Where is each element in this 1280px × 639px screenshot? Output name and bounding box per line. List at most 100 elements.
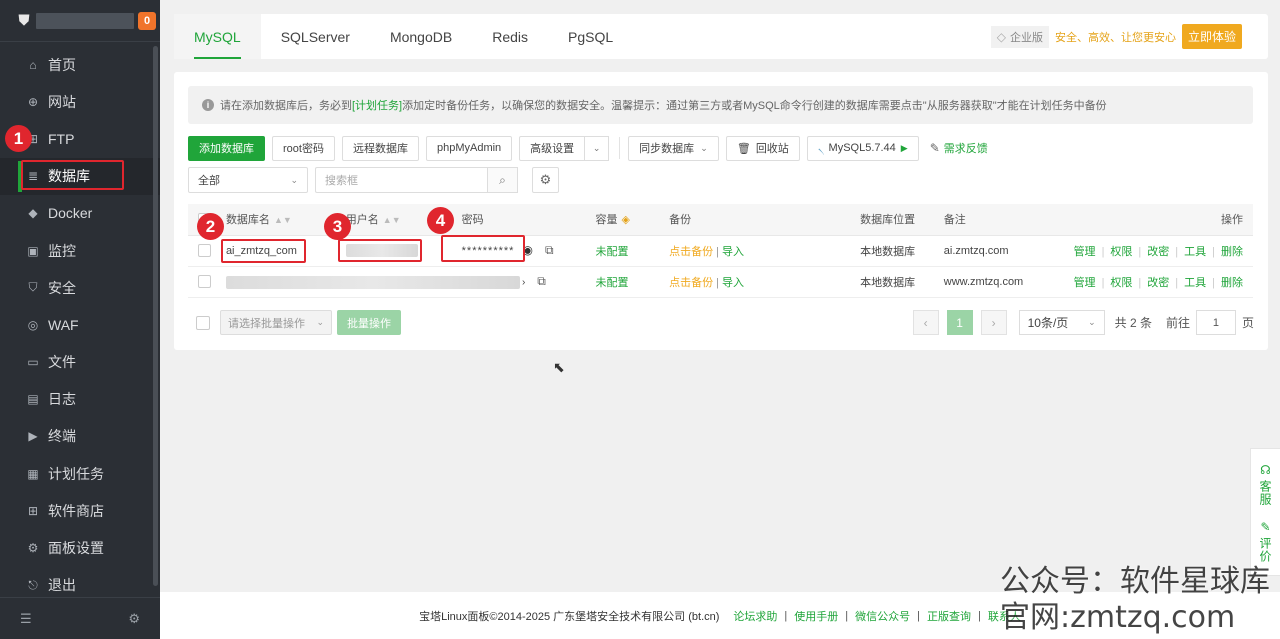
- sidebar-item-5[interactable]: ▣ 监控: [0, 232, 160, 269]
- page-size-select[interactable]: 10条/页 ⌄: [1018, 310, 1105, 335]
- cron-link[interactable]: [计划任务]: [352, 97, 402, 113]
- bulk-action-select[interactable]: 请选择批量操作 ⌄: [220, 310, 332, 335]
- monitor-icon: ▣: [27, 243, 39, 258]
- chevron-down-icon: ⌄: [290, 174, 298, 185]
- tools-link[interactable]: 工具: [1184, 246, 1206, 258]
- service-button[interactable]: 客服: [1257, 480, 1274, 506]
- col-name[interactable]: 数据库名 ▲▼: [219, 204, 340, 236]
- manage-link[interactable]: 管理: [1074, 246, 1096, 258]
- sidebar-item-1[interactable]: ⊕ 网站: [0, 83, 160, 120]
- copy-icon[interactable]: ⧉: [537, 274, 546, 288]
- sync-database-button[interactable]: 同步数据库 ⌄: [628, 135, 719, 161]
- sidebar-item-9[interactable]: ▤ 日志: [0, 381, 160, 418]
- annotation-1: 1: [5, 125, 32, 152]
- row-checkbox[interactable]: [198, 275, 211, 288]
- trash-icon: 🗑: [736, 142, 751, 155]
- db-remark-cell[interactable]: ai.zmtzq.com: [937, 235, 1068, 267]
- tools-link[interactable]: 工具: [1184, 277, 1206, 289]
- manage-link[interactable]: 管理: [1074, 277, 1096, 289]
- sidebar-item-label: Docker: [48, 205, 93, 222]
- tab-pgsql[interactable]: PgSQL: [548, 14, 633, 59]
- sidebar-item-label: 计划任务: [48, 465, 104, 482]
- phpmyadmin-button[interactable]: phpMyAdmin: [425, 135, 513, 161]
- store-icon: ⊞: [27, 503, 39, 518]
- copy-icon[interactable]: ⧉: [545, 243, 554, 257]
- sidebar-settings-icon[interactable]: ⚙: [128, 611, 140, 627]
- play-icon: ▶: [900, 142, 908, 153]
- highlight-db-user: [338, 239, 422, 262]
- info-icon: i: [202, 99, 214, 111]
- cron-icon: ▦: [27, 466, 39, 481]
- sidebar-item-label: WAF: [48, 316, 79, 333]
- change-password-link[interactable]: 改密: [1147, 277, 1169, 289]
- next-page-button[interactable]: ›: [980, 310, 1007, 335]
- sidebar-item-7[interactable]: ◎ WAF: [0, 306, 160, 343]
- enterprise-slogan: 安全、高效、让您更安心: [1054, 31, 1176, 44]
- db-backup-cell: 点击备份 | 导入: [663, 266, 855, 298]
- goto-page-input[interactable]: 1: [1195, 310, 1236, 335]
- review-button[interactable]: 评价: [1257, 537, 1274, 563]
- footer-link-wechat[interactable]: 微信公众号: [855, 608, 910, 624]
- collapse-menu-icon[interactable]: ☰: [20, 611, 32, 627]
- chevron-down-icon[interactable]: ⌄: [585, 135, 610, 161]
- sidebar-item-0[interactable]: ⌂ 首页: [0, 46, 160, 83]
- search-input[interactable]: 搜索框: [315, 167, 487, 193]
- bulk-checkbox[interactable]: [196, 315, 210, 330]
- db-size-cell[interactable]: 未配置: [589, 266, 664, 298]
- terminal-icon: ▶: [28, 429, 38, 444]
- search-icon[interactable]: ⌕: [487, 167, 518, 193]
- try-enterprise-button[interactable]: 立即体验: [1181, 24, 1242, 49]
- advanced-settings-button[interactable]: 高级设置: [519, 135, 586, 161]
- remote-database-button[interactable]: 远程数据库: [341, 135, 419, 161]
- prev-page-button[interactable]: ‹: [912, 310, 939, 335]
- permission-link[interactable]: 权限: [1110, 277, 1132, 289]
- category-select[interactable]: 全部 ⌄: [188, 167, 308, 193]
- tab-sqlserver[interactable]: SQLServer: [261, 14, 370, 59]
- goto-label: 前往: [1165, 316, 1190, 330]
- page-number[interactable]: 1: [946, 310, 973, 335]
- add-database-button[interactable]: 添加数据库: [188, 135, 265, 161]
- sidebar-scrollbar[interactable]: [153, 46, 158, 586]
- sidebar-item-11[interactable]: ▦ 计划任务: [0, 455, 160, 492]
- footer-link-forum[interactable]: 论坛求助: [733, 608, 777, 624]
- docker-icon: ◆: [28, 206, 38, 221]
- sidebar-item-10[interactable]: ▶ 终端: [0, 418, 160, 455]
- permission-link[interactable]: 权限: [1110, 246, 1132, 258]
- root-password-button[interactable]: root密码: [272, 135, 335, 161]
- sidebar-item-label: 面板设置: [48, 540, 104, 557]
- db-size-cell[interactable]: 未配置: [589, 235, 664, 267]
- change-password-link[interactable]: 改密: [1147, 246, 1169, 258]
- search-box: 搜索框 ⌕: [315, 167, 518, 193]
- sidebar-item-13[interactable]: ⚙ 面板设置: [0, 529, 160, 566]
- footer-link-manual[interactable]: 使用手册: [794, 608, 838, 624]
- row-checkbox[interactable]: [198, 244, 211, 257]
- footer-link-license[interactable]: 正版查询: [927, 608, 971, 624]
- recycle-bin-button[interactable]: 🗑 回收站: [725, 135, 800, 161]
- waf-icon: ◎: [27, 317, 39, 332]
- col-size: 容量 ◈: [589, 204, 664, 236]
- column-settings-icon[interactable]: ⚙: [532, 167, 559, 193]
- delete-link[interactable]: 删除: [1221, 277, 1243, 289]
- mysql-version-button[interactable]: ৲ MySQL5.7.44 ▶: [806, 135, 919, 161]
- backup-link[interactable]: 点击备份: [669, 277, 713, 289]
- tab-mysql[interactable]: MySQL: [174, 14, 261, 59]
- sidebar-item-label: 网站: [48, 93, 76, 110]
- advanced-settings-dropdown[interactable]: 高级设置 ⌄: [519, 135, 610, 161]
- sidebar-item-6[interactable]: ⛉ 安全: [0, 269, 160, 306]
- watermark-line-2: 官网:zmtzq.com: [1000, 600, 1236, 635]
- row-ops: 管理 | 权限 | 改密 | 工具 | 删除: [1067, 266, 1253, 298]
- sidebar-item-12[interactable]: ⊞ 软件商店: [0, 492, 160, 529]
- backup-link[interactable]: 点击备份: [669, 246, 713, 258]
- import-link[interactable]: 导入: [722, 246, 744, 258]
- tab-mongodb[interactable]: MongoDB: [370, 14, 472, 59]
- db-remark-cell[interactable]: www.zmtzq.com: [937, 266, 1068, 298]
- feedback-link[interactable]: ✎ 需求反馈: [930, 140, 988, 156]
- notification-badge[interactable]: 0: [138, 11, 156, 30]
- bulk-action-button[interactable]: 批量操作: [337, 310, 401, 335]
- import-link[interactable]: 导入: [722, 277, 744, 289]
- sidebar-item-8[interactable]: ▭ 文件: [0, 344, 160, 381]
- delete-link[interactable]: 删除: [1221, 246, 1243, 258]
- tab-redis[interactable]: Redis: [472, 14, 548, 59]
- sidebar-item-4[interactable]: ◆ Docker: [0, 195, 160, 232]
- redacted-row-cells: › ⧉: [219, 266, 590, 298]
